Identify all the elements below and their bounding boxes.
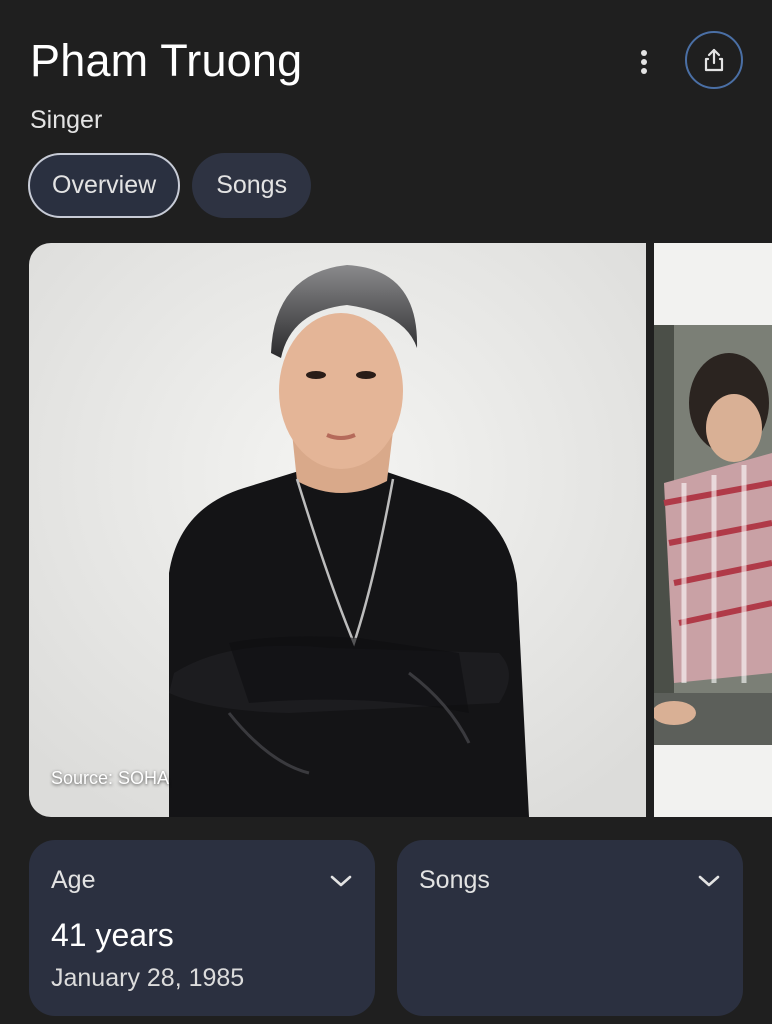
tab-overview[interactable]: Overview	[28, 153, 181, 218]
secondary-image	[654, 243, 772, 817]
share-button[interactable]	[685, 31, 743, 89]
tab-bar: Overview Songs	[28, 153, 312, 218]
chevron-down-icon[interactable]	[329, 874, 353, 888]
image-source-label: Source: SOHA	[51, 768, 170, 788]
page-subtitle: Singer	[30, 106, 103, 134]
singer-portrait-image	[29, 243, 646, 817]
more-options-button[interactable]	[626, 42, 662, 82]
age-value: 41 years	[51, 917, 174, 953]
chevron-down-icon[interactable]	[697, 874, 721, 888]
knowledge-panel: Pham Truong Singer Overview Songs Source…	[0, 0, 772, 1024]
age-card[interactable]: Age 41 years January 28, 1985	[29, 840, 375, 1016]
main-photo[interactable]	[29, 243, 646, 817]
birth-date: January 28, 1985	[51, 964, 245, 992]
page-title: Pham Truong	[30, 35, 303, 86]
songs-card-header: Songs	[419, 866, 721, 895]
more-vertical-icon	[641, 50, 647, 74]
share-icon	[704, 48, 724, 72]
age-card-header: Age	[51, 866, 353, 895]
tab-songs[interactable]: Songs	[192, 153, 312, 218]
songs-card[interactable]: Songs	[397, 840, 743, 1016]
age-card-title: Age	[51, 866, 96, 894]
secondary-photo[interactable]	[654, 243, 772, 817]
songs-card-title: Songs	[419, 866, 490, 894]
